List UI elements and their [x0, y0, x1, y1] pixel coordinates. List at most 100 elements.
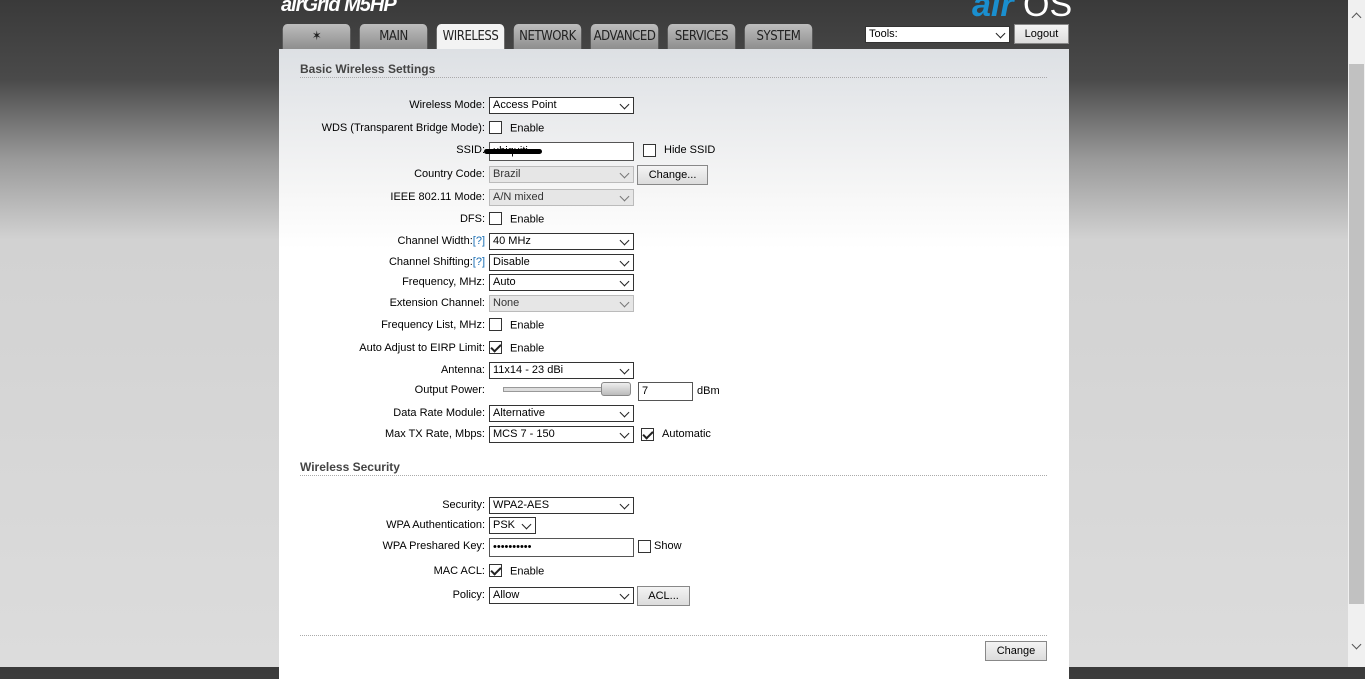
- data-rate-select[interactable]: Alternative: [489, 405, 634, 422]
- help-link[interactable]: [?]: [473, 235, 485, 247]
- label: Channel Width:[?]: [397, 235, 485, 247]
- redaction-mark: [484, 149, 542, 154]
- label: Country Code:: [414, 168, 485, 180]
- label: Security:: [442, 499, 485, 511]
- wireless-security-heading: Wireless Security: [300, 460, 1047, 476]
- wpa-key-row: WPA Preshared Key: •••••••••• Show: [279, 538, 1069, 557]
- logout-button[interactable]: Logout: [1014, 24, 1069, 44]
- wireless-mode-row: Wireless Mode: Access Point: [279, 97, 1069, 115]
- unit-label: dBm: [697, 385, 720, 397]
- label: WDS (Transparent Bridge Mode):: [321, 122, 485, 134]
- dfs-row: DFS: Enable: [279, 211, 1069, 229]
- country-row: Country Code: Brazil Change...: [279, 165, 1069, 185]
- checkbox-label: Show: [654, 540, 682, 553]
- label: Output Power:: [414, 384, 485, 396]
- checkbox-label: Enable: [510, 565, 545, 578]
- security-select[interactable]: WPA2-AES: [489, 497, 634, 514]
- label: SSID:: [456, 144, 485, 156]
- basic-wireless-heading: Basic Wireless Settings: [300, 62, 1047, 78]
- label: Max TX Rate, Mbps:: [384, 428, 485, 440]
- tab-main[interactable]: MAIN: [359, 24, 428, 49]
- checkbox-label: Enable: [510, 319, 545, 332]
- label: Frequency, MHz:: [402, 276, 485, 288]
- tab-system[interactable]: SYSTEM: [744, 24, 813, 49]
- wpa-auth-select[interactable]: PSK: [489, 517, 536, 534]
- tab-services[interactable]: SERVICES: [667, 24, 736, 49]
- ssid-input[interactable]: ubiquiti: [484, 142, 634, 161]
- checkbox-label: Hide SSID: [664, 144, 716, 157]
- acl-button[interactable]: ACL...: [637, 586, 691, 606]
- label: Auto Adjust to EIRP Limit:: [359, 342, 485, 354]
- show-key-checkbox[interactable]: [638, 540, 651, 553]
- security-row: Security: WPA2-AES: [279, 497, 1069, 515]
- ubiquiti-logo-icon: ✶: [311, 29, 322, 44]
- slider-handle[interactable]: [601, 382, 631, 396]
- label: Channel Shifting:[?]: [388, 256, 485, 268]
- label: Frequency List, MHz:: [381, 319, 485, 331]
- settings-panel: Basic Wireless Settings Wireless Mode: Ac…: [279, 49, 1069, 679]
- footer-divider: [300, 635, 1047, 636]
- scroll-down-icon[interactable]: [1351, 639, 1362, 650]
- frequency-select[interactable]: Auto: [489, 274, 634, 291]
- checkbox-label: Enable: [510, 122, 545, 135]
- tab-network[interactable]: NETWORK: [513, 24, 582, 49]
- label: Data Rate Module:: [393, 407, 485, 419]
- policy-select[interactable]: Allow: [489, 587, 634, 604]
- label: WPA Authentication:: [386, 519, 485, 531]
- tab-advanced[interactable]: ADVANCED: [590, 24, 659, 49]
- label: MAC ACL:: [433, 565, 485, 577]
- ieee-row: IEEE 802.11 Mode: A/N mixed: [279, 189, 1069, 207]
- output-power-row: Output Power: 7 dBm: [279, 382, 1069, 401]
- label: WPA Preshared Key:: [382, 540, 485, 552]
- scrollbar-thumb[interactable]: [1349, 64, 1364, 604]
- policy-row: Policy: Allow ACL...: [279, 586, 1069, 606]
- wpa-auth-row: WPA Authentication: PSK: [279, 517, 1069, 535]
- mac-acl-row: MAC ACL: Enable: [279, 563, 1069, 581]
- eirp-row: Auto Adjust to EIRP Limit: Enable: [279, 340, 1069, 358]
- max-tx-select[interactable]: MCS 7 - 150: [489, 426, 634, 443]
- antenna-row: Antenna: 11x14 - 23 dBi: [279, 362, 1069, 380]
- label: Wireless Mode:: [409, 99, 485, 111]
- automatic-checkbox[interactable]: [641, 428, 654, 441]
- airos-logo: air OS: [972, 0, 1073, 24]
- country-select[interactable]: Brazil: [489, 166, 634, 183]
- main-tabs: ✶ MAIN WIRELESS NETWORK ADVANCED SERVICE…: [279, 24, 816, 49]
- data-rate-row: Data Rate Module: Alternative: [279, 405, 1069, 423]
- channel-shifting-select[interactable]: Disable: [489, 254, 634, 271]
- frequency-row: Frequency, MHz: Auto: [279, 274, 1069, 292]
- checkbox-label: Automatic: [662, 428, 711, 441]
- tab-wireless[interactable]: WIRELESS: [436, 24, 505, 49]
- help-link[interactable]: [?]: [473, 256, 485, 268]
- change-button[interactable]: Change: [985, 641, 1047, 661]
- channel-width-select[interactable]: 40 MHz: [489, 233, 634, 250]
- output-power-input[interactable]: 7: [638, 382, 693, 401]
- mac-acl-checkbox[interactable]: [489, 564, 502, 577]
- ieee-mode-select[interactable]: A/N mixed: [489, 189, 634, 206]
- wpa-key-input[interactable]: ••••••••••: [489, 538, 634, 557]
- dfs-checkbox[interactable]: [489, 212, 502, 225]
- tab-ubnt-logo[interactable]: ✶: [282, 24, 351, 49]
- extension-row: Extension Channel: None: [279, 295, 1069, 313]
- scroll-up-icon[interactable]: [1351, 12, 1362, 23]
- label: IEEE 802.11 Mode:: [390, 191, 485, 203]
- extension-channel-select[interactable]: None: [489, 295, 634, 312]
- wds-checkbox[interactable]: [489, 121, 502, 134]
- eirp-checkbox[interactable]: [489, 341, 502, 354]
- channel-width-row: Channel Width:[?] 40 MHz: [279, 233, 1069, 251]
- freq-list-row: Frequency List, MHz: Enable: [279, 317, 1069, 335]
- label: Extension Channel:: [389, 297, 485, 309]
- scrollbar[interactable]: [1348, 0, 1365, 667]
- label: Policy:: [452, 589, 485, 601]
- checkbox-label: Enable: [510, 342, 545, 355]
- wireless-mode-select[interactable]: Access Point: [489, 97, 634, 114]
- product-logo: airGrid M5HP: [281, 0, 397, 16]
- channel-shifting-row: Channel Shifting:[?] Disable: [279, 254, 1069, 272]
- change-country-button[interactable]: Change...: [637, 165, 709, 185]
- tools-select[interactable]: Tools:: [865, 26, 1010, 43]
- hide-ssid-checkbox[interactable]: [643, 144, 656, 157]
- checkbox-label: Enable: [510, 213, 545, 226]
- antenna-select[interactable]: 11x14 - 23 dBi: [489, 362, 634, 379]
- frequency-list-checkbox[interactable]: [489, 318, 502, 331]
- ssid-row: SSID:ubiquiti Hide SSID: [279, 142, 1069, 161]
- wds-row: WDS (Transparent Bridge Mode): Enable: [279, 120, 1069, 138]
